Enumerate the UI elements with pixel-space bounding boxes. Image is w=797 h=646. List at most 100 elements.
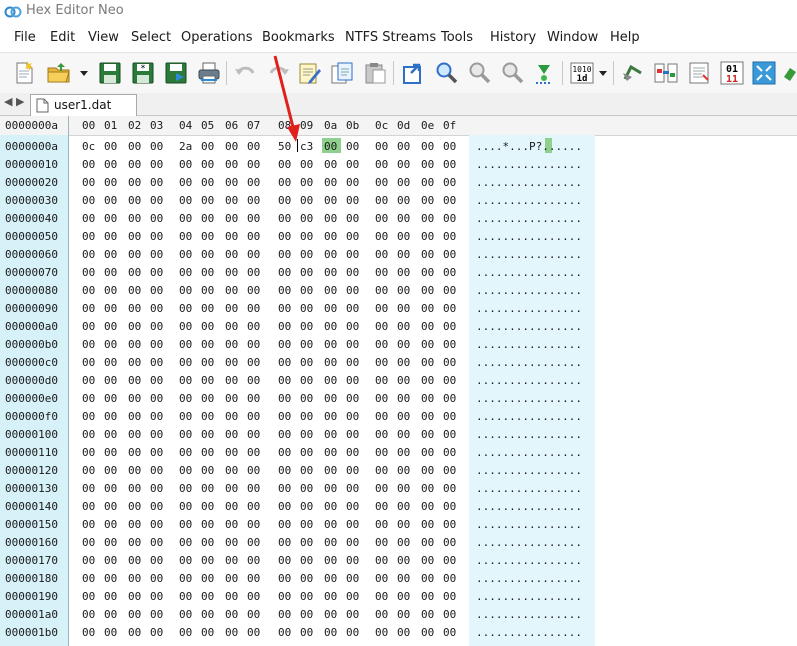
hex-byte[interactable]: 00 [128, 482, 141, 495]
hex-byte[interactable]: 00 [179, 194, 192, 207]
hex-byte[interactable]: 00 [278, 626, 291, 639]
hex-byte[interactable]: 00 [82, 284, 95, 297]
save-icon[interactable] [96, 59, 124, 87]
hex-byte[interactable]: 00 [128, 428, 141, 441]
hex-byte[interactable]: 00 [128, 608, 141, 621]
hex-byte[interactable]: 00 [397, 410, 410, 423]
dropdown-arrow-icon[interactable] [596, 59, 610, 87]
hex-byte[interactable]: 00 [104, 248, 117, 261]
hex-byte[interactable]: 00 [150, 230, 163, 243]
hex-byte[interactable]: 00 [247, 266, 260, 279]
tab-scroll-right-icon[interactable]: ▶ [16, 95, 24, 108]
hex-byte[interactable]: 00 [201, 374, 214, 387]
hex-byte[interactable]: 00 [397, 554, 410, 567]
hex-byte[interactable]: 00 [128, 626, 141, 639]
hex-byte[interactable]: 00 [421, 140, 434, 153]
hex-byte[interactable]: 00 [375, 518, 388, 531]
hex-byte[interactable]: 00 [150, 554, 163, 567]
hex-byte[interactable]: 00 [300, 608, 313, 621]
hex-byte[interactable]: 00 [247, 176, 260, 189]
hex-byte[interactable]: 00 [150, 302, 163, 315]
hex-byte[interactable]: 00 [247, 518, 260, 531]
hex-byte[interactable]: 00 [104, 590, 117, 603]
hex-byte[interactable]: 00 [278, 374, 291, 387]
hex-byte[interactable]: 00 [201, 230, 214, 243]
hex-byte[interactable]: 00 [346, 302, 359, 315]
hex-byte[interactable]: 00 [421, 212, 434, 225]
hex-byte[interactable]: 00 [201, 356, 214, 369]
hex-byte[interactable]: 00 [375, 266, 388, 279]
hex-byte[interactable]: 00 [397, 320, 410, 333]
hex-byte[interactable]: 00 [421, 302, 434, 315]
hex-byte[interactable]: 00 [324, 212, 337, 225]
hex-byte[interactable]: 00 [179, 518, 192, 531]
go-to-icon[interactable] [399, 59, 427, 87]
hex-byte[interactable]: 00 [225, 320, 238, 333]
hex-byte[interactable]: 00 [247, 212, 260, 225]
hex-byte[interactable]: 00 [179, 536, 192, 549]
hex-byte[interactable]: 00 [397, 464, 410, 477]
hex-byte[interactable]: 00 [201, 392, 214, 405]
hex-byte[interactable]: 00 [278, 410, 291, 423]
ascii-text[interactable]: ................ [476, 446, 582, 459]
hex-byte[interactable]: 00 [443, 266, 456, 279]
hex-byte[interactable]: 00 [128, 338, 141, 351]
hex-byte[interactable]: 00 [346, 158, 359, 171]
ascii-text[interactable]: ................ [476, 338, 582, 351]
binary-view-icon[interactable]: 1010 1d [568, 59, 596, 87]
hex-byte[interactable]: 00 [300, 248, 313, 261]
ascii-text[interactable]: ................ [476, 536, 582, 549]
hex-byte[interactable]: 00 [421, 464, 434, 477]
hex-byte[interactable]: 00 [225, 356, 238, 369]
hex-byte[interactable]: 00 [128, 410, 141, 423]
hex-byte[interactable]: 00 [443, 392, 456, 405]
hex-byte[interactable]: 00 [128, 302, 141, 315]
hex-byte[interactable]: 00 [346, 266, 359, 279]
hex-byte[interactable]: 00 [443, 284, 456, 297]
hex-byte[interactable]: 00 [278, 500, 291, 513]
hex-byte[interactable]: 00 [421, 410, 434, 423]
hex-byte[interactable]: 00 [300, 320, 313, 333]
hex-byte[interactable]: 00 [421, 626, 434, 639]
ascii-text[interactable]: ................ [476, 212, 582, 225]
hex-byte[interactable]: 00 [82, 554, 95, 567]
hex-byte[interactable]: 00 [128, 320, 141, 333]
ascii-text[interactable]: ................ [476, 320, 582, 333]
hex-byte[interactable]: 00 [375, 320, 388, 333]
hex-byte[interactable]: 00 [247, 392, 260, 405]
hex-byte[interactable]: 00 [443, 464, 456, 477]
hex-byte[interactable]: 2a [179, 140, 192, 153]
hex-byte[interactable]: 00 [201, 158, 214, 171]
hex-byte[interactable]: 00 [247, 410, 260, 423]
hex-byte[interactable]: 00 [300, 158, 313, 171]
hex-byte[interactable]: 00 [278, 320, 291, 333]
hex-byte[interactable]: 00 [443, 140, 456, 153]
hex-byte[interactable]: 00 [150, 410, 163, 423]
hex-byte[interactable]: 00 [179, 374, 192, 387]
ascii-text[interactable]: ................ [476, 176, 582, 189]
menu-tools[interactable]: Tools [441, 30, 473, 45]
hex-byte[interactable]: 00 [324, 194, 337, 207]
hex-byte[interactable]: 00 [443, 500, 456, 513]
hex-byte[interactable]: 00 [375, 410, 388, 423]
hex-byte[interactable]: 00 [375, 554, 388, 567]
hex-byte[interactable]: 00 [278, 338, 291, 351]
hex-byte[interactable]: 00 [128, 194, 141, 207]
hex-byte[interactable]: 00 [375, 140, 388, 153]
hex-byte[interactable]: 00 [150, 500, 163, 513]
hex-byte[interactable]: 00 [397, 428, 410, 441]
hex-byte[interactable]: 00 [225, 230, 238, 243]
hex-byte[interactable]: 00 [179, 356, 192, 369]
hex-byte[interactable]: 00 [247, 248, 260, 261]
ascii-text[interactable]: ................ [476, 500, 582, 513]
hex-byte[interactable]: 00 [201, 626, 214, 639]
hex-byte[interactable]: 00 [82, 374, 95, 387]
hex-byte[interactable]: 00 [278, 158, 291, 171]
hex-byte[interactable]: 00 [346, 482, 359, 495]
hex-byte[interactable]: 00 [150, 608, 163, 621]
hex-byte[interactable]: 00 [82, 356, 95, 369]
hex-byte[interactable]: 00 [278, 212, 291, 225]
hex-byte[interactable]: 00 [324, 230, 337, 243]
hex-byte[interactable]: 00 [300, 392, 313, 405]
hex-byte[interactable]: 00 [375, 428, 388, 441]
